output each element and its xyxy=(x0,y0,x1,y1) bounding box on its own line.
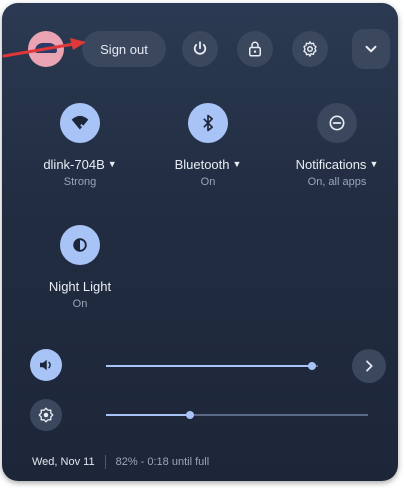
tile-notifications-label[interactable]: Notifications ▼ xyxy=(282,157,392,172)
volume-slider[interactable] xyxy=(106,362,318,370)
notifications-toggle[interactable] xyxy=(317,103,357,143)
caret-down-icon: ▼ xyxy=(369,159,379,169)
bluetooth-label: Bluetooth xyxy=(174,157,230,172)
lock-icon xyxy=(249,41,261,57)
caret-down-icon: ▼ xyxy=(107,159,117,169)
tile-bluetooth[interactable]: Bluetooth ▼ On xyxy=(153,103,263,188)
tile-notifications[interactable]: Notifications ▼ On, all apps xyxy=(282,103,392,188)
mute-button[interactable] xyxy=(30,349,62,381)
bluetooth-icon xyxy=(203,114,213,132)
power-icon xyxy=(193,41,207,55)
sign-out-button[interactable]: Sign out xyxy=(82,31,166,67)
user-avatar[interactable] xyxy=(28,31,64,67)
network-name: dlink-704B xyxy=(43,157,105,172)
brightness-slider-fill xyxy=(106,414,190,416)
date-label[interactable]: Wed, Nov 11 xyxy=(32,456,95,468)
night-light-icon xyxy=(73,238,87,252)
avatar-image xyxy=(35,43,57,53)
notifications-label: Notifications xyxy=(295,157,367,172)
caret-down-icon: ▼ xyxy=(232,159,242,169)
brightness-button xyxy=(30,399,62,431)
collapse-button[interactable] xyxy=(352,29,390,69)
network-status: Strong xyxy=(63,176,97,188)
brightness-slider-thumb[interactable] xyxy=(185,411,194,419)
bluetooth-status: On xyxy=(200,176,216,188)
status-footer: Wed, Nov 11 82% - 0:18 until full xyxy=(32,455,209,469)
notifications-status: On, all apps xyxy=(307,176,367,188)
gear-icon xyxy=(303,41,317,57)
night-light-label[interactable]: Night Light xyxy=(25,279,135,294)
chevron-down-icon xyxy=(365,45,377,53)
night-light-status: On xyxy=(72,298,88,310)
quick-settings-panel: Sign out dlink-704B ▼ Strong Bluetooth ▼… xyxy=(2,3,398,481)
speaker-icon xyxy=(40,359,51,371)
chevron-right-icon xyxy=(366,360,373,372)
night-light-toggle[interactable] xyxy=(60,225,100,265)
network-toggle[interactable] xyxy=(60,103,100,143)
brightness-slider[interactable] xyxy=(106,411,368,419)
tile-bluetooth-label[interactable]: Bluetooth ▼ xyxy=(153,157,263,172)
settings-button[interactable] xyxy=(292,31,328,67)
wifi-icon xyxy=(71,115,89,131)
footer-divider xyxy=(104,455,106,469)
battery-status: 82% - 0:18 until full xyxy=(115,456,210,468)
do-not-disturb-icon xyxy=(329,115,345,131)
brightness-slider-rest xyxy=(189,414,368,416)
brightness-icon xyxy=(38,407,54,423)
volume-slider-fill xyxy=(106,365,312,367)
volume-slider-thumb[interactable] xyxy=(307,362,316,370)
tile-night-light[interactable]: Night Light On xyxy=(25,225,135,310)
tile-network[interactable]: dlink-704B ▼ Strong xyxy=(25,103,135,188)
power-button[interactable] xyxy=(182,31,218,67)
audio-settings-button[interactable] xyxy=(352,349,386,383)
tile-network-label[interactable]: dlink-704B ▼ xyxy=(25,157,135,172)
bluetooth-toggle[interactable] xyxy=(188,103,228,143)
lock-button[interactable] xyxy=(237,31,273,67)
